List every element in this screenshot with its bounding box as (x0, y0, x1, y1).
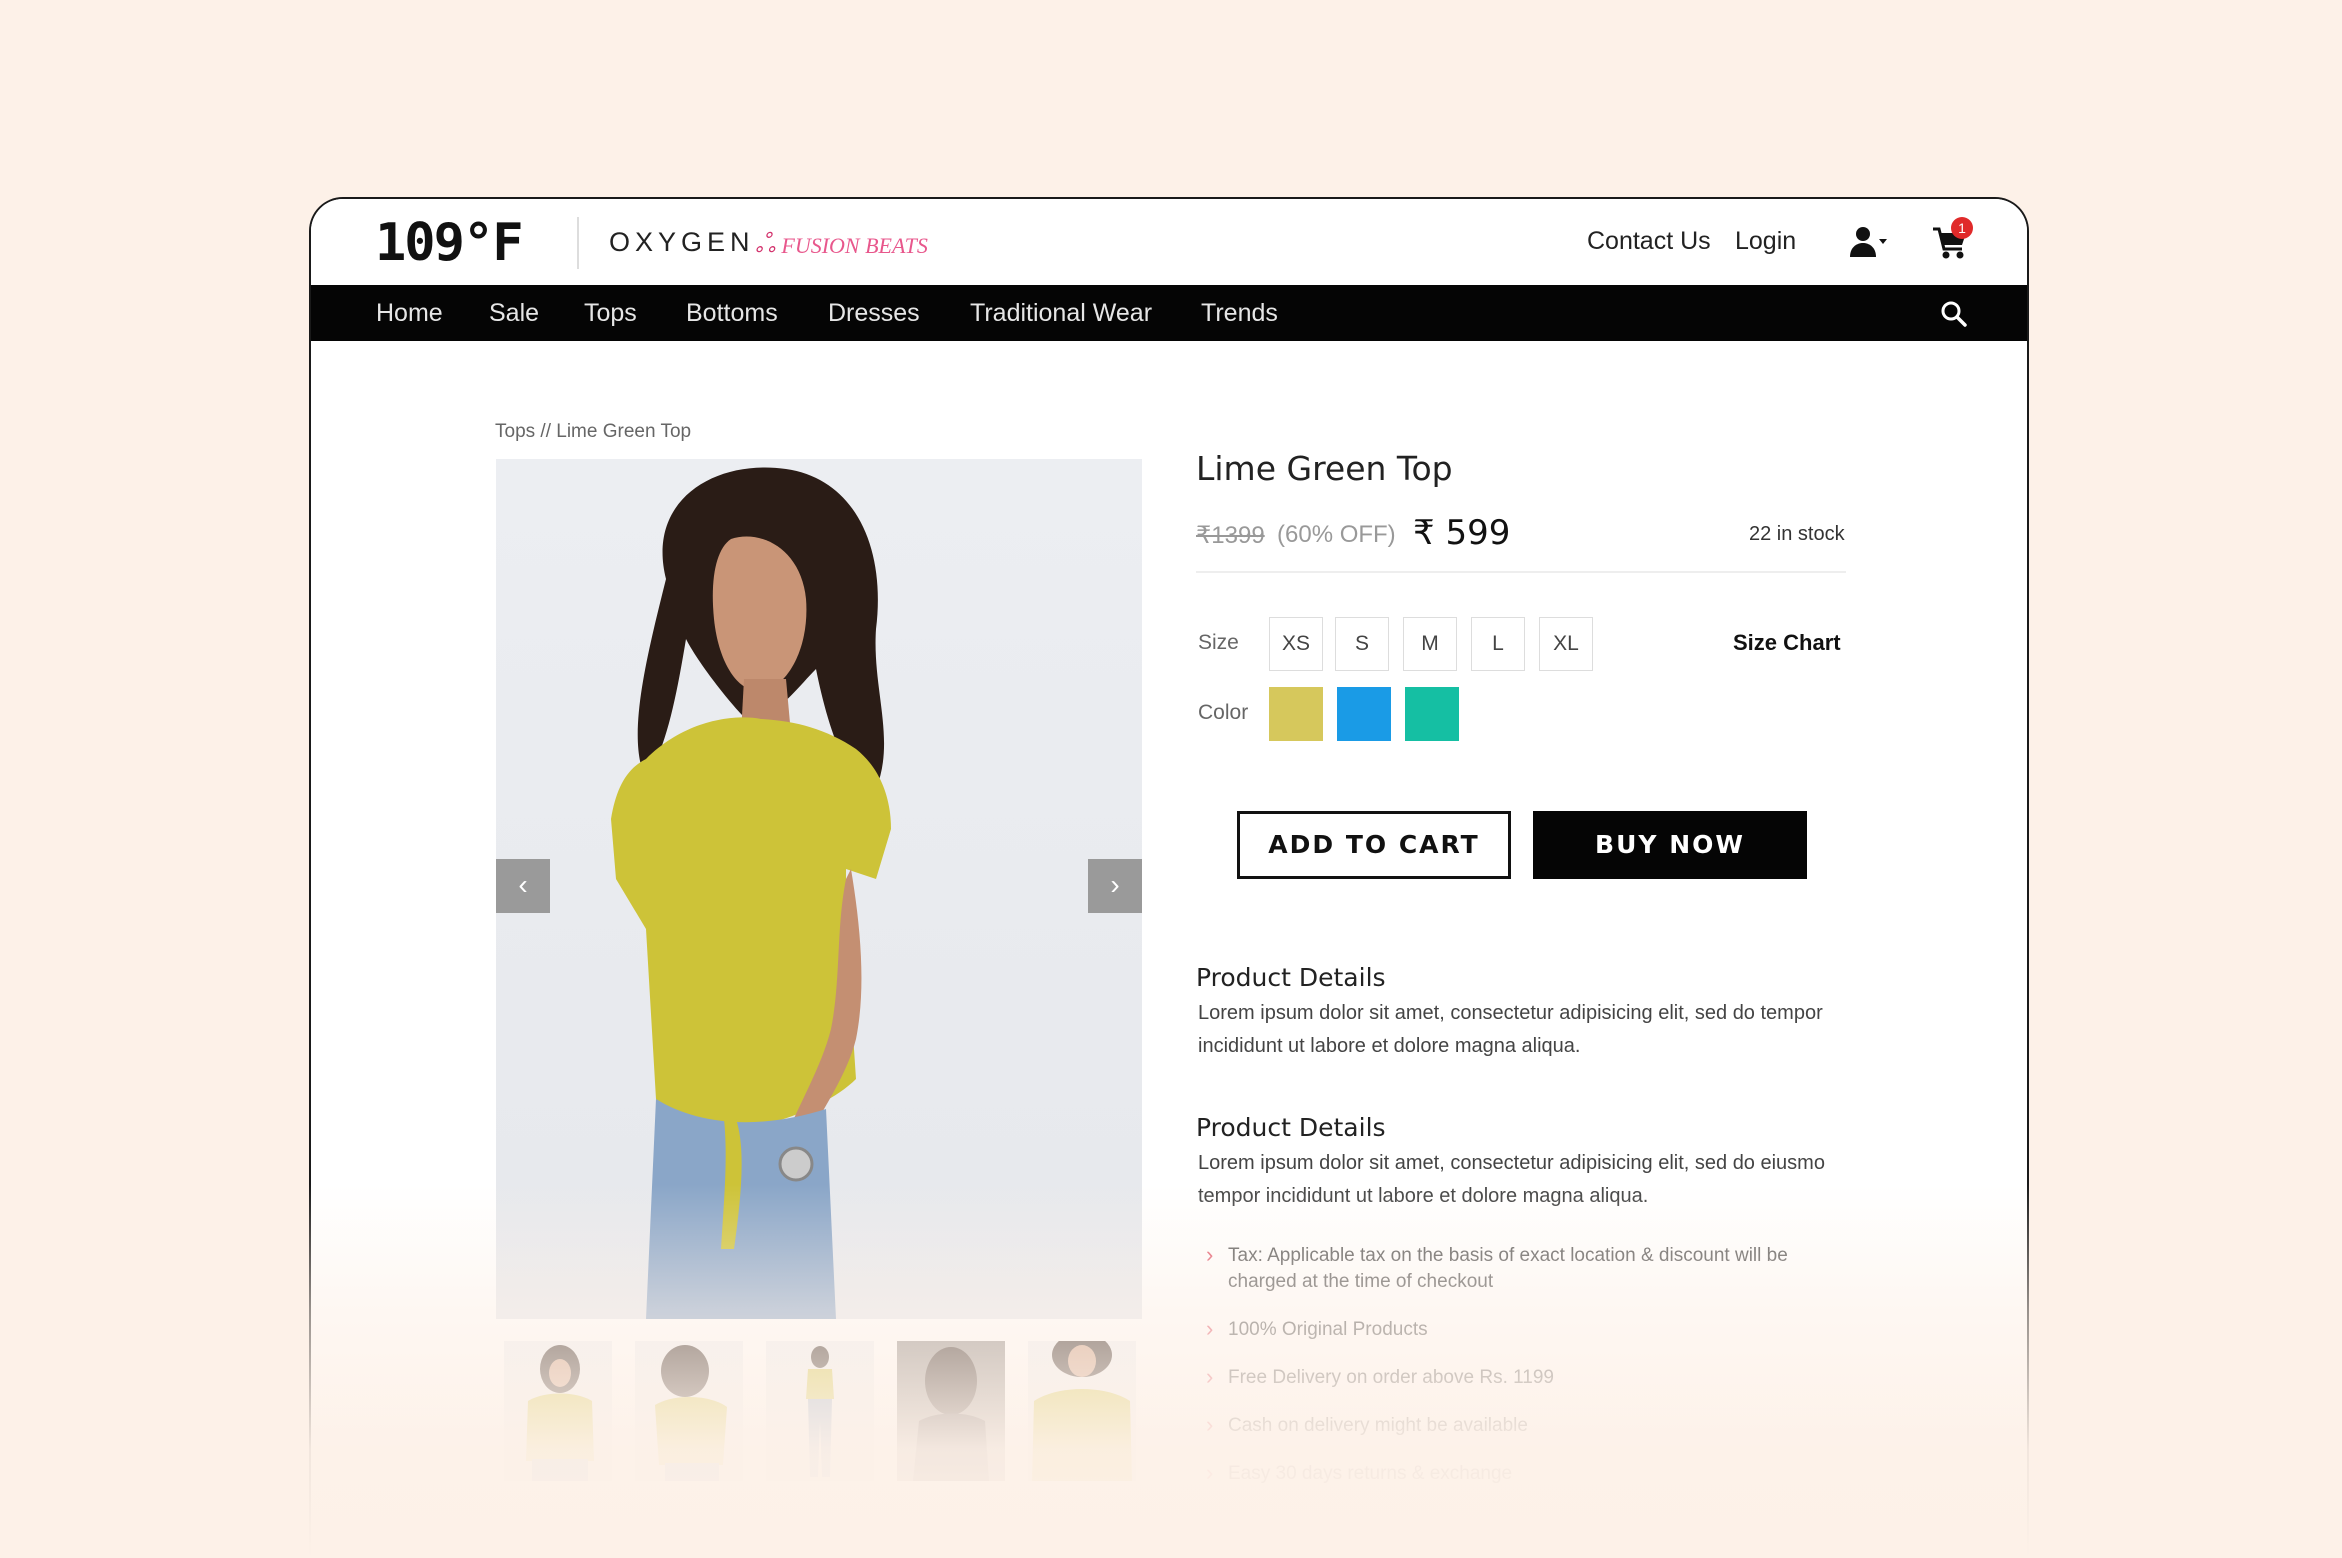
next-image-button[interactable]: › (1088, 859, 1142, 913)
size-option-m[interactable]: M (1403, 617, 1457, 671)
color-swatch-lime[interactable] (1269, 687, 1323, 741)
nav-item-trends[interactable]: Trends (1201, 299, 1278, 328)
nav-item-home[interactable]: Home (376, 299, 443, 328)
login-link[interactable]: Login (1735, 227, 1796, 256)
page-frame: 109°F OXYGEN ஃ FUSION BEATS Contact Us L… (0, 0, 2342, 1558)
thumbnail-strip (504, 1341, 1140, 1481)
divider (1196, 571, 1846, 573)
color-swatch-teal[interactable] (1405, 687, 1459, 741)
nav-item-sale[interactable]: Sale (489, 299, 539, 328)
policy-list: Tax: Applicable tax on the basis of exac… (1204, 1242, 1824, 1509)
browser-window: 109°F OXYGEN ஃ FUSION BEATS Contact Us L… (309, 197, 2029, 1558)
color-label: Color (1198, 701, 1249, 724)
buy-now-button[interactable]: BUY NOW (1533, 811, 1807, 879)
contact-us-link[interactable]: Contact Us (1587, 227, 1711, 256)
size-option-xs[interactable]: XS (1269, 617, 1323, 671)
list-item: Cash on delivery might be available (1204, 1412, 1824, 1439)
product-details-text: Lorem ipsum dolor sit amet, consectetur … (1198, 1002, 1823, 1057)
thumbnail-4[interactable] (897, 1341, 1005, 1481)
add-to-cart-button[interactable]: ADD TO CART (1237, 811, 1511, 879)
oxygen-logo[interactable]: OXYGEN (609, 227, 755, 258)
cart-count-badge: 1 (1951, 217, 1973, 239)
original-price: ₹1399 (1196, 522, 1265, 549)
product-main-image[interactable]: ‹ › (496, 459, 1142, 1319)
list-item: 100% Original Products (1204, 1316, 1824, 1343)
prev-image-button[interactable]: ‹ (496, 859, 550, 913)
product-title: Lime Green Top (1196, 449, 1453, 488)
fusion-mark-icon: ஃ (755, 229, 776, 258)
list-item: Tax: Applicable tax on the basis of exac… (1204, 1242, 1824, 1295)
nav-item-traditional-wear[interactable]: Traditional Wear (970, 299, 1152, 328)
thumbnail-5[interactable] (1028, 1341, 1136, 1481)
breadcrumb[interactable]: Tops // Lime Green Top (495, 421, 691, 443)
search-icon[interactable] (1939, 299, 1969, 329)
thumbnail-3[interactable] (766, 1341, 874, 1481)
size-chart-link[interactable]: Size Chart (1733, 630, 1841, 656)
logo-divider (577, 217, 579, 269)
site-header: 109°F OXYGEN ஃ FUSION BEATS Contact Us L… (311, 199, 2027, 285)
product-details-text-2: Lorem ipsum dolor sit amet, consectetur … (1198, 1152, 1825, 1207)
nav-item-bottoms[interactable]: Bottoms (686, 299, 778, 328)
brand-logo[interactable]: 109°F (375, 213, 524, 273)
main-nav: Home Sale Tops Bottoms Dresses Tradition… (311, 285, 2027, 341)
user-account-icon[interactable] (1849, 225, 1889, 259)
discount-label: (60% OFF) (1277, 521, 1396, 548)
nav-item-tops[interactable]: Tops (584, 299, 637, 328)
fusion-beats-logo[interactable]: ஃ FUSION BEATS (755, 229, 928, 262)
product-details-heading: Product Details (1196, 963, 1386, 992)
size-label: Size (1198, 631, 1239, 654)
list-item: Free Delivery on order above Rs. 1199 (1204, 1364, 1824, 1391)
size-option-s[interactable]: S (1335, 617, 1389, 671)
model-photo (611, 467, 891, 1319)
list-item: Easy 30 days returns & exchange (1204, 1460, 1824, 1487)
color-swatch-blue[interactable] (1337, 687, 1391, 741)
thumbnail-2[interactable] (635, 1341, 743, 1481)
nav-item-dresses[interactable]: Dresses (828, 299, 920, 328)
thumbnail-1[interactable] (504, 1341, 612, 1481)
fusion-beats-label: FUSION BEATS (781, 232, 928, 258)
size-option-l[interactable]: L (1471, 617, 1525, 671)
stock-status: 22 in stock (1749, 523, 1845, 545)
sale-price: ₹ 599 (1413, 513, 1511, 553)
product-details-heading-2: Product Details (1196, 1113, 1386, 1142)
size-option-xl[interactable]: XL (1539, 617, 1593, 671)
